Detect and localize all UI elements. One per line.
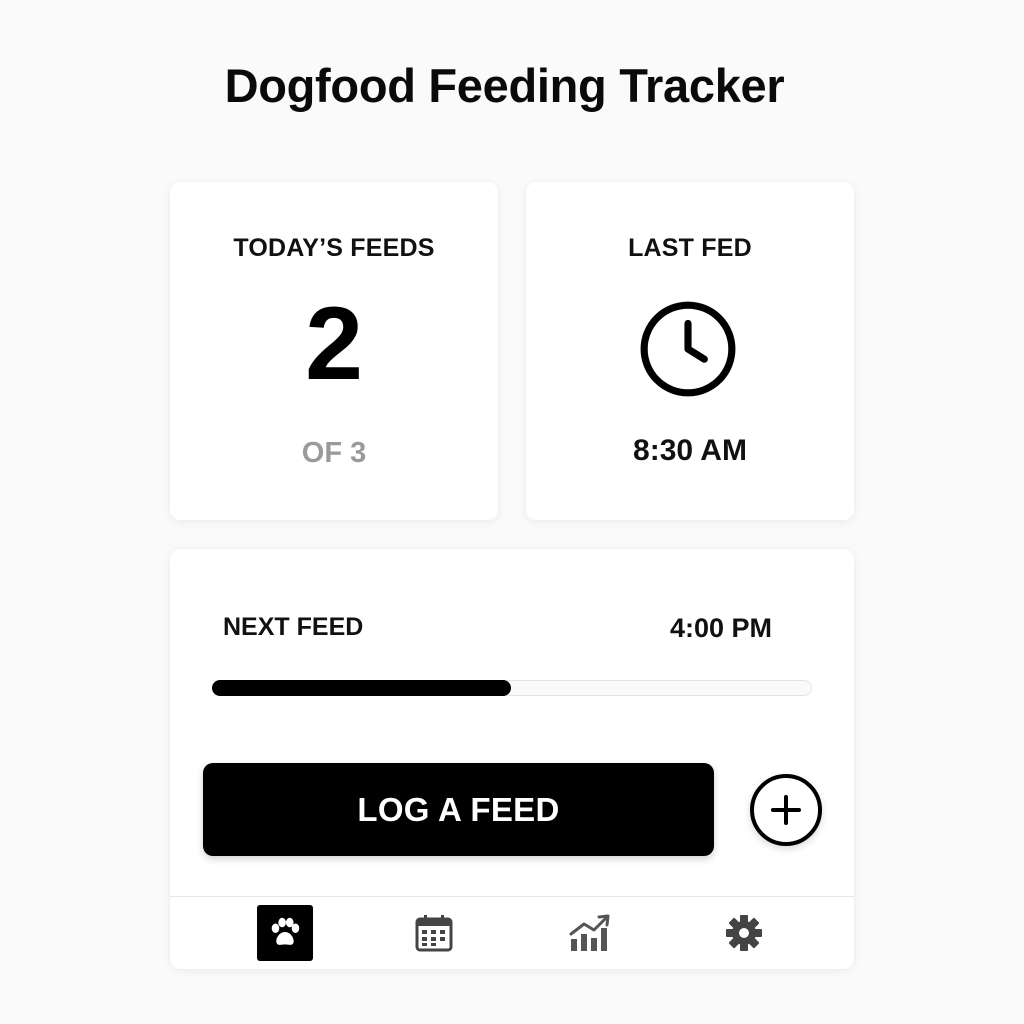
app-screen: Dogfood Feeding Tracker TODAY’S FEEDS 2 … — [0, 0, 1024, 1024]
last-fed-card: LAST FED 8:30 AM — [526, 182, 854, 520]
next-feed-label: NEXT FEED — [223, 613, 364, 641]
next-feed-card: NEXT FEED 4:00 PM LOG A FEED — [170, 549, 854, 969]
log-feed-button[interactable]: LOG A FEED — [203, 763, 714, 856]
nav-item-settings[interactable] — [716, 905, 772, 961]
last-fed-label: LAST FED — [628, 234, 752, 262]
feeds-count: 2 — [305, 286, 363, 402]
bottom-nav — [170, 897, 854, 969]
feeds-total: OF 3 — [301, 437, 367, 469]
nav-item-feeding[interactable] — [257, 905, 313, 961]
todays-feeds-card: TODAY’S FEEDS 2 OF 3 — [170, 182, 498, 520]
paw-icon — [271, 917, 300, 945]
plus-icon — [771, 795, 801, 825]
gear-icon — [726, 915, 762, 951]
nav-item-calendar[interactable] — [406, 905, 462, 961]
page-title: Dogfood Feeding Tracker — [224, 59, 785, 112]
add-feed-button[interactable] — [750, 774, 822, 846]
stats-icon — [569, 914, 610, 951]
clock-icon — [640, 301, 736, 397]
next-feed-progress — [212, 680, 812, 696]
next-feed-time: 4:00 PM — [669, 613, 772, 643]
calendar-icon — [415, 915, 453, 952]
last-fed-time: 8:30 AM — [633, 434, 747, 467]
nav-item-stats[interactable] — [562, 905, 618, 961]
todays-feeds-label: TODAY’S FEEDS — [233, 234, 435, 262]
progress-fill — [212, 680, 511, 696]
